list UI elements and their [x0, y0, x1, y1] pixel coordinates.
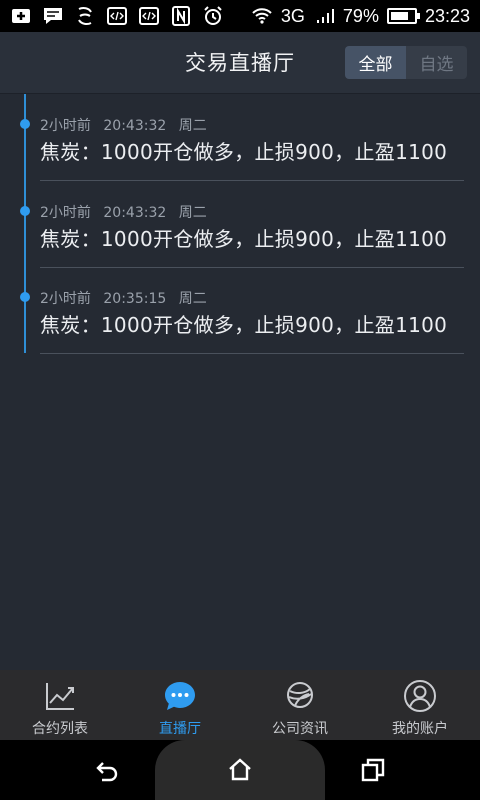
chart-icon [42, 678, 78, 714]
feed-item-ago: 2小时前 [40, 291, 91, 307]
feed-item-meta: 2小时前 20:43:32 周二 [40, 202, 215, 222]
feed-item-time: 20:43:32 [103, 205, 167, 221]
feed-item-message: 焦炭：1000开仓做多，止损900，止盈1100 [40, 140, 448, 164]
user-icon [402, 678, 438, 714]
code-icon [106, 5, 128, 27]
feed-item[interactable]: 2小时前 20:35:15 周二 焦炭：1000开仓做多，止损900，止盈110… [0, 267, 480, 354]
feed-item-meta: 2小时前 20:43:32 周二 [40, 115, 215, 135]
feed-item-ago: 2小时前 [40, 205, 91, 221]
feed-item-ago: 2小时前 [40, 118, 91, 134]
bottom-tab-bar: 合约列表 直播厅 公司资讯 我的账户 [0, 670, 480, 740]
back-icon [96, 762, 118, 782]
timeline-dot [20, 119, 30, 129]
battery-icon [386, 8, 420, 24]
tab-company-news[interactable]: 公司资讯 [240, 670, 360, 740]
status-bar: 3G 79% 23:23 [0, 0, 480, 32]
wifi-icon [251, 5, 273, 27]
home-icon [229, 758, 251, 781]
tab-label: 合约列表 [32, 721, 88, 737]
message-icon [42, 5, 64, 27]
feed-item-weekday: 周二 [178, 291, 207, 307]
back-button[interactable] [92, 755, 122, 785]
segment-all[interactable]: 全部 [345, 46, 406, 79]
tab-contract-list[interactable]: 合约列表 [0, 670, 120, 740]
feed-item-time: 20:43:32 [103, 118, 167, 134]
app-header: 交易直播厅 全部 自选 [0, 32, 480, 94]
system-navigation-bar [0, 740, 480, 800]
feed-item-weekday: 周二 [178, 118, 207, 134]
globe-icon [282, 678, 318, 714]
feed-item-message: 焦炭：1000开仓做多，止损900，止盈1100 [40, 313, 448, 337]
feed-item-time: 20:35:15 [103, 291, 167, 307]
tab-label: 公司资讯 [272, 721, 328, 737]
recent-apps-button[interactable] [358, 755, 388, 785]
timeline-dot [20, 206, 30, 216]
feed-item-meta: 2小时前 20:35:15 周二 [40, 288, 215, 308]
tab-label: 我的账户 [392, 721, 448, 737]
feed-item[interactable]: 2小时前 20:43:32 周二 焦炭：1000开仓做多，止损900，止盈110… [0, 94, 480, 181]
filter-segmented-control: 全部 自选 [345, 46, 467, 79]
tab-live-room[interactable]: 直播厅 [120, 670, 240, 740]
sync-icon [74, 5, 96, 27]
timeline-dot [20, 292, 30, 302]
segment-favorites[interactable]: 自选 [406, 46, 467, 79]
feed-item[interactable]: 2小时前 20:43:32 周二 焦炭：1000开仓做多，止损900，止盈110… [0, 181, 480, 268]
battery-percent: 79% [342, 6, 379, 26]
home-button[interactable] [225, 755, 255, 785]
alarm-icon [202, 5, 224, 27]
live-feed: 2小时前 20:43:32 周二 焦炭：1000开仓做多，止损900，止盈110… [0, 94, 480, 670]
tab-label: 直播厅 [159, 721, 201, 737]
chat-bubble-icon [162, 678, 198, 714]
feed-item-weekday: 周二 [178, 205, 207, 221]
signal-icon [313, 5, 335, 27]
tab-my-account[interactable]: 我的账户 [360, 670, 480, 740]
feed-item-message: 焦炭：1000开仓做多，止损900，止盈1100 [40, 227, 448, 251]
network-label: 3G [280, 6, 305, 26]
divider [40, 353, 464, 354]
recent-apps-icon [361, 758, 385, 782]
code-icon [138, 5, 160, 27]
clock: 23:23 [424, 6, 470, 26]
nfc-icon [170, 5, 192, 27]
add-icon [10, 5, 32, 27]
